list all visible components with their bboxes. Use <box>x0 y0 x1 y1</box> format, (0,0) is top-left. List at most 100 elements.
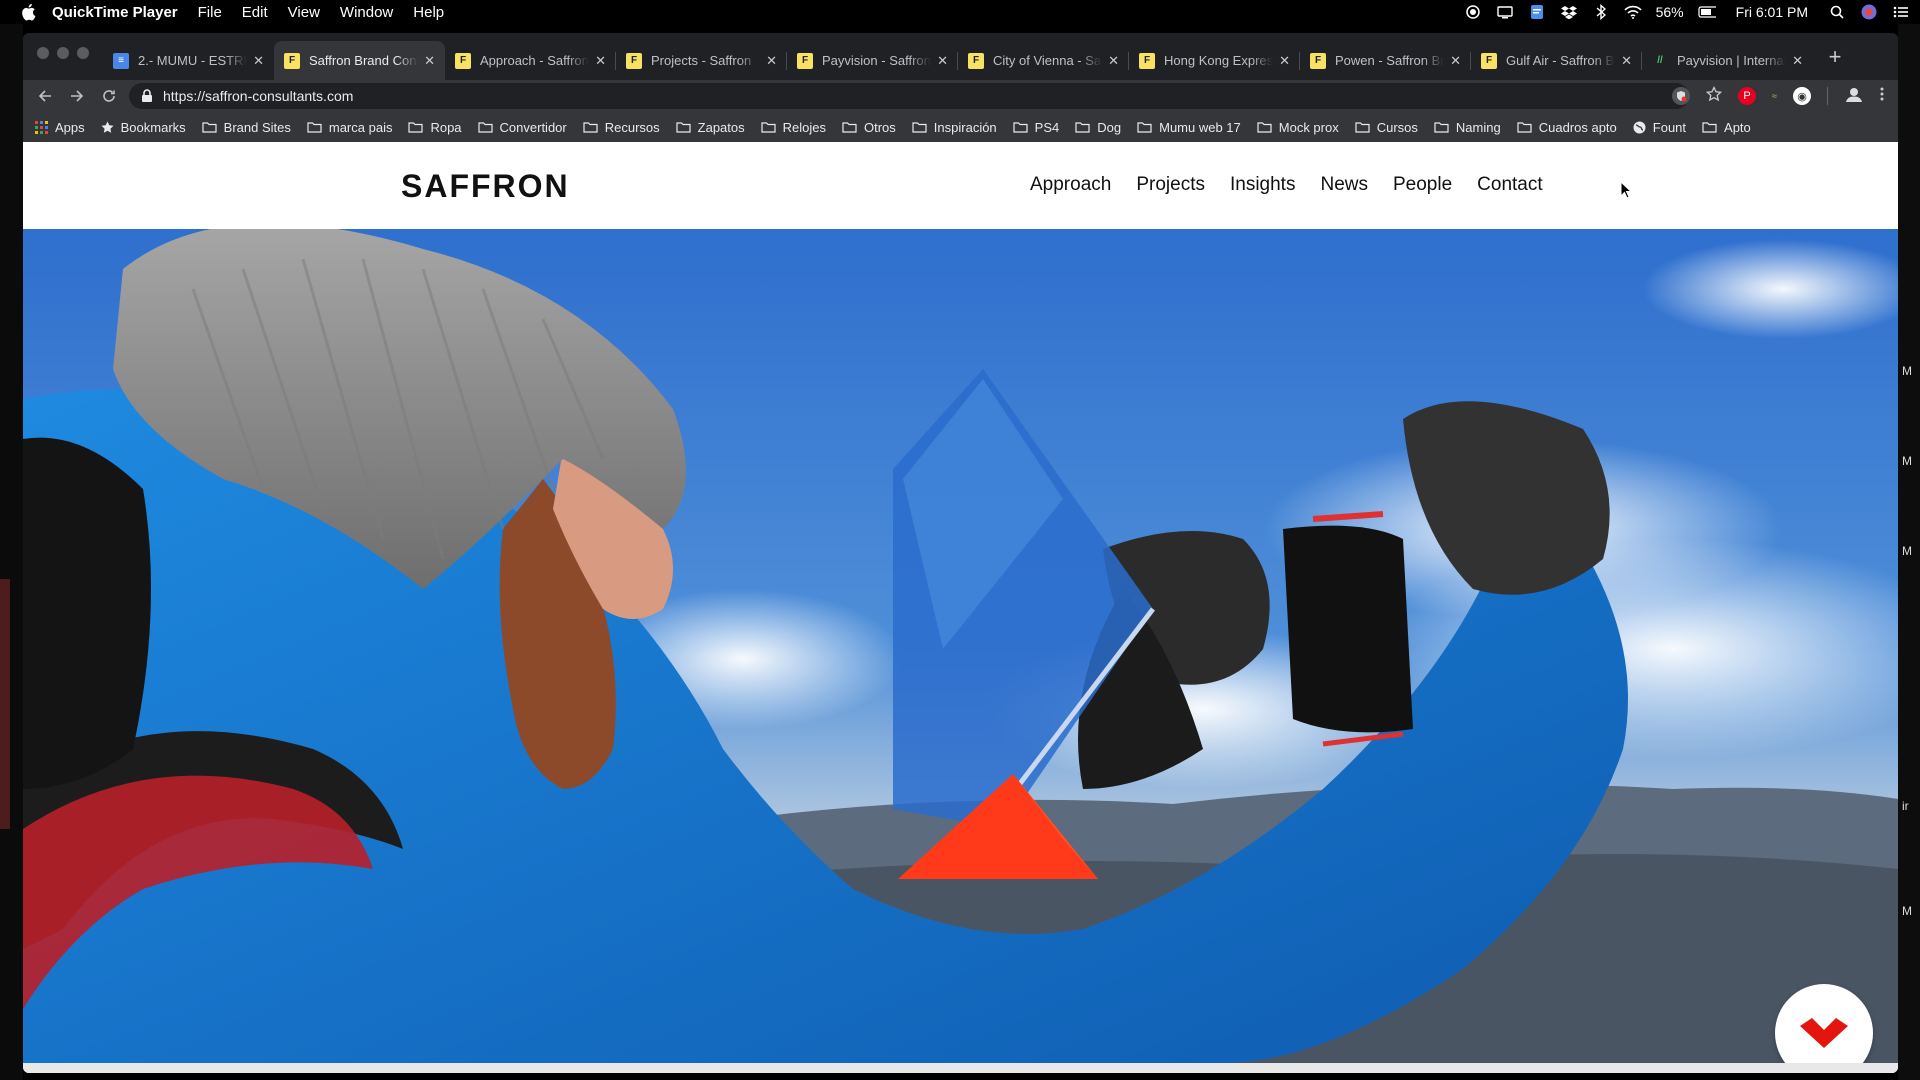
bookmark-folder-brand-sites[interactable]: Brand Sites <box>202 120 291 135</box>
close-tab-icon[interactable]: ✕ <box>424 53 435 69</box>
nav-contact[interactable]: Contact <box>1477 174 1542 196</box>
bookmark-bookmarks[interactable]: Bookmarks <box>101 120 186 135</box>
bookmark-folder-mock-prox[interactable]: Mock prox <box>1257 120 1339 135</box>
folder-icon <box>202 121 217 133</box>
zoom-window-button[interactable] <box>77 47 89 59</box>
menu-file[interactable]: File <box>198 4 222 21</box>
saffron-logo[interactable]: SAFFRON <box>401 168 570 205</box>
bookmark-folder-ropa[interactable]: Ropa <box>408 120 462 135</box>
bookmark-apps[interactable]: Apps <box>35 120 85 135</box>
menu-window[interactable]: Window <box>340 4 393 21</box>
bookmark-label: Convertidor <box>499 119 567 135</box>
extension-circle-icon[interactable]: ◉ <box>1793 87 1811 105</box>
bookmark-folder-naming[interactable]: Naming <box>1434 120 1501 135</box>
notes-app-icon[interactable] <box>1528 3 1546 21</box>
hero-video[interactable] <box>23 229 1898 1063</box>
tab-saffron-brand-consultants[interactable]: F Saffron Brand Consultants ✕ <box>274 41 445 80</box>
close-tab-icon[interactable]: ✕ <box>766 53 777 69</box>
bookmark-folder-otros[interactable]: Otros <box>842 120 896 135</box>
bookmark-folder-apto[interactable]: Apto <box>1702 120 1751 135</box>
tab-mumu-estructura[interactable]: ≡ 2.- MUMU - ESTRUCTURA ✕ <box>103 41 274 80</box>
bookmark-folder-ps4[interactable]: PS4 <box>1013 119 1060 135</box>
bookmark-folder-cuadros-apto[interactable]: Cuadros apto <box>1517 120 1617 135</box>
menu-edit[interactable]: Edit <box>242 4 268 21</box>
folder-icon <box>1075 121 1090 133</box>
new-tab-button[interactable]: + <box>1823 44 1847 69</box>
bookmark-label: Cuadros apto <box>1538 119 1617 135</box>
tab-projects[interactable]: F Projects - Saffron ✕ <box>616 41 787 80</box>
saffron-favicon-icon: F <box>1310 52 1326 69</box>
spotlight-search-icon[interactable] <box>1828 3 1846 21</box>
close-tab-icon[interactable]: ✕ <box>1450 53 1461 69</box>
bookmark-fount[interactable]: Fount <box>1633 120 1686 135</box>
nav-insights[interactable]: Insights <box>1230 174 1295 196</box>
menu-help[interactable]: Help <box>413 4 444 21</box>
tab-gulf-air[interactable]: F Gulf Air - Saffron Brand ✕ <box>1471 41 1642 80</box>
browser-menu-icon[interactable] <box>1880 87 1884 105</box>
profile-avatar-icon[interactable] <box>1844 85 1864 107</box>
folder-icon <box>842 121 857 133</box>
back-button[interactable] <box>31 82 59 110</box>
bookmark-folder-mumu-web-17[interactable]: Mumu web 17 <box>1137 120 1241 135</box>
bookmark-folder-relojes[interactable]: Relojes <box>761 120 826 135</box>
tab-payvision-saffron[interactable]: F Payvision - Saffron ✕ <box>787 41 958 80</box>
battery-icon[interactable] <box>1698 3 1716 21</box>
bookmark-label: Brand Sites <box>223 119 291 135</box>
extension-shield-icon[interactable] <box>1672 87 1691 105</box>
bookmark-star-icon[interactable] <box>1705 85 1723 106</box>
desktop-right-edge: M M M ir M <box>1898 24 1920 1080</box>
close-window-button[interactable] <box>37 47 49 59</box>
dropbox-icon[interactable] <box>1560 3 1578 21</box>
wifi-icon[interactable] <box>1624 3 1642 21</box>
nav-news[interactable]: News <box>1320 174 1368 196</box>
bookmark-folder-marca-pais[interactable]: marca pais <box>307 120 392 135</box>
bookmark-folder-convertidor[interactable]: Convertidor <box>477 119 567 135</box>
minimize-window-button[interactable] <box>57 47 69 59</box>
close-tab-icon[interactable]: ✕ <box>1108 53 1119 69</box>
menu-view[interactable]: View <box>288 4 320 21</box>
display-icon[interactable] <box>1496 3 1514 21</box>
close-tab-icon[interactable]: ✕ <box>595 53 606 69</box>
close-tab-icon[interactable]: ✕ <box>1792 53 1803 69</box>
bluetooth-icon[interactable] <box>1592 3 1610 21</box>
tab-payvision-international[interactable]: // Payvision | International ✕ <box>1642 41 1813 80</box>
user-avatar-icon[interactable] <box>1860 3 1878 21</box>
tab-hong-kong-express[interactable]: F Hong Kong Express ✕ <box>1129 41 1300 80</box>
saffron-favicon-icon: F <box>626 52 642 69</box>
site-header: SAFFRON Approach Projects Insights News … <box>23 142 1898 229</box>
pinterest-extension-icon[interactable]: P <box>1738 87 1757 105</box>
lock-icon[interactable] <box>141 89 153 103</box>
nav-people[interactable]: People <box>1393 174 1452 196</box>
close-tab-icon[interactable]: ✕ <box>1279 53 1290 69</box>
nav-projects[interactable]: Projects <box>1136 174 1205 196</box>
notification-center-icon[interactable] <box>1892 3 1910 21</box>
menubar-clock[interactable]: Fri 6:01 PM <box>1736 4 1808 20</box>
color-extension-icon[interactable]: ≈ <box>1772 91 1777 101</box>
reload-button[interactable] <box>95 82 123 110</box>
desktop-edge-letter: M <box>1902 904 1912 918</box>
screen-record-icon[interactable] <box>1464 3 1482 21</box>
bookmark-label: PS4 <box>1034 119 1060 135</box>
bookmark-folder-recursos[interactable]: Recursos <box>583 120 660 135</box>
apple-menu-icon[interactable] <box>18 2 38 22</box>
desktop-edge-letter: M <box>1902 544 1912 558</box>
forward-button[interactable] <box>63 82 91 110</box>
nav-approach[interactable]: Approach <box>1030 174 1111 196</box>
close-tab-icon[interactable]: ✕ <box>937 53 948 69</box>
close-tab-icon[interactable]: ✕ <box>253 53 264 69</box>
tab-powen[interactable]: F Powen - Saffron Brand ✕ <box>1300 41 1471 80</box>
bookmark-folder-cursos[interactable]: Cursos <box>1355 120 1418 135</box>
bookmark-label: Bookmarks <box>120 119 186 135</box>
bookmark-label: Recursos <box>604 119 660 135</box>
app-name-menu[interactable]: QuickTime Player <box>52 4 178 21</box>
tab-city-of-vienna[interactable]: F City of Vienna - Saffron ✕ <box>958 41 1129 80</box>
desktop-edge-letter: M <box>1902 454 1912 468</box>
address-bar[interactable]: https://saffron-consultants.com <box>129 83 1689 109</box>
url-text[interactable]: https://saffron-consultants.com <box>163 88 353 104</box>
bookmark-folder-dog[interactable]: Dog <box>1075 120 1121 135</box>
tab-title: Payvision | International <box>1677 53 1787 68</box>
bookmark-folder-inspiracion[interactable]: Inspiración <box>912 120 997 135</box>
close-tab-icon[interactable]: ✕ <box>1621 53 1632 69</box>
tab-approach[interactable]: F Approach - Saffron ✕ <box>445 41 616 80</box>
bookmark-folder-zapatos[interactable]: Zapatos <box>676 120 745 135</box>
